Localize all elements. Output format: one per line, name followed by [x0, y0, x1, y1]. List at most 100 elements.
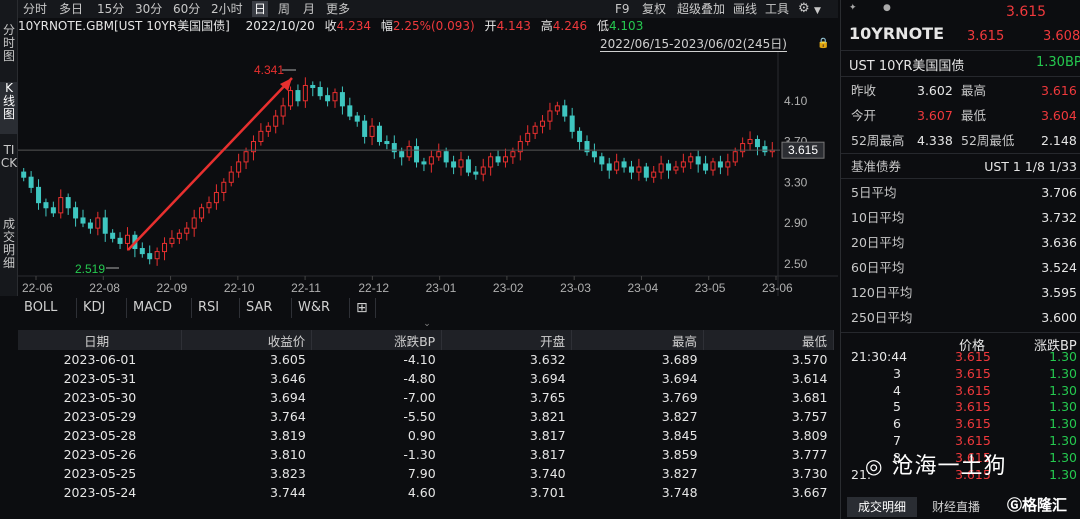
- col-date[interactable]: 日期: [18, 330, 183, 350]
- table-row[interactable]: 2023-05-29 3.764 -5.50 3.821 3.827 3.757: [18, 407, 834, 426]
- day-high-label: 最高: [961, 83, 987, 98]
- ma-value: 3.524: [1041, 260, 1077, 275]
- candle-body: [599, 156, 605, 165]
- f9-button[interactable]: F9: [615, 1, 630, 17]
- indicator-rsi[interactable]: RSI: [192, 298, 240, 318]
- ma-value: 3.595: [1041, 285, 1077, 300]
- indicator-macd[interactable]: MACD: [127, 298, 192, 318]
- bp-change: 1.30BP: [1036, 55, 1080, 70]
- period-30m[interactable]: 30分: [135, 1, 162, 17]
- cell-high: 3.689: [661, 352, 698, 367]
- period-day[interactable]: 日: [252, 1, 269, 17]
- tick-time: 5: [893, 399, 901, 415]
- candle-body: [110, 232, 116, 239]
- period-2h[interactable]: 2小时: [211, 1, 243, 17]
- table-row[interactable]: 2023-05-25 3.823 7.90 3.740 3.827 3.730: [18, 464, 834, 483]
- candle-body: [680, 161, 686, 168]
- cell-close: 3.744: [270, 485, 306, 500]
- table-row[interactable]: 2023-05-24 3.744 4.60 3.701 3.748 3.667: [18, 483, 834, 502]
- vtab-timeshare[interactable]: 分时图: [0, 24, 18, 70]
- table-row[interactable]: 2023-06-01 3.605 -4.10 3.632 3.689 3.570: [18, 350, 834, 369]
- add-indicator-icon[interactable]: ⊞: [350, 298, 376, 318]
- indicator-wr[interactable]: W&R: [292, 298, 350, 318]
- chevron-down-icon[interactable]: ▼: [814, 3, 821, 19]
- bench-label: 基准债券: [851, 159, 902, 174]
- col-close[interactable]: 收益价: [181, 330, 313, 350]
- pin-icon[interactable]: ✦: [849, 3, 857, 13]
- candle-body: [628, 166, 634, 173]
- vtab-tick[interactable]: TICK: [0, 144, 18, 204]
- cell-change-bp: 7.90: [407, 466, 436, 481]
- col-change-bp[interactable]: 涨跌BP: [311, 330, 443, 350]
- vtab-kline[interactable]: K线图: [0, 82, 18, 134]
- cell-high: 3.827: [661, 466, 698, 481]
- candle-body: [325, 95, 331, 102]
- indicator-boll[interactable]: BOLL: [18, 298, 77, 318]
- table-row[interactable]: 2023-05-31 3.646 -4.80 3.694 3.694 3.614: [18, 369, 834, 388]
- tab-trade-detail[interactable]: 成交明细: [847, 497, 917, 517]
- period-15m[interactable]: 15分: [97, 1, 124, 17]
- table-row[interactable]: 2023-05-30 3.694 -7.00 3.765 3.769 3.681: [18, 388, 834, 407]
- ma-label: 120日平均: [851, 285, 913, 300]
- lock-icon[interactable]: 🔒: [817, 38, 829, 49]
- period-60m[interactable]: 60分: [173, 1, 200, 17]
- high-label: 高: [540, 19, 553, 33]
- ma-label: 5日平均: [851, 185, 897, 200]
- y-tick-label: 2.90: [784, 216, 808, 230]
- cell-close: 3.819: [270, 428, 306, 443]
- period-more[interactable]: 更多: [326, 1, 350, 17]
- tick-time: 21:30:44: [851, 349, 908, 364]
- kline-chart[interactable]: 4.103.703.302.902.50 22-06 22-08 22-09 22-1…: [18, 52, 838, 296]
- adjust-button[interactable]: 复权: [642, 1, 666, 17]
- col-high[interactable]: 最高: [571, 330, 705, 350]
- settings-icon[interactable]: ⚙: [798, 1, 810, 17]
- candle-body: [265, 125, 271, 132]
- draw-line-button[interactable]: 画线: [733, 1, 757, 17]
- quote-info-bar: 10YRNOTE.GBM[UST 10YR美国国债] 2022/10/20 收4…: [18, 18, 838, 34]
- wechat-icon: ◎: [865, 454, 884, 478]
- quote-panel: ✦ ● 3.615 10YRNOTE 3.615 3.608 UST 10YR美…: [840, 0, 1080, 519]
- candle-body: [591, 151, 597, 158]
- period-week[interactable]: 周: [278, 1, 290, 17]
- cell-change-bp: -4.80: [403, 371, 436, 386]
- instrument-fullname: UST 10YR美国国债: [849, 59, 965, 74]
- indicator-sar[interactable]: SAR: [240, 298, 292, 318]
- cell-low: 3.570: [791, 352, 828, 367]
- candle-body: [80, 217, 86, 224]
- indicator-kdj[interactable]: KDJ: [77, 298, 127, 318]
- date-range[interactable]: 2022/06/15-2023/06/02(245日): [600, 37, 787, 52]
- history-table: 日期 收益价 涨跌BP 开盘 最高 最低 2023-06-01 3.605 -4.1…: [18, 330, 838, 519]
- tick-price: 3.615: [955, 349, 991, 364]
- cell-close: 3.764: [270, 409, 306, 424]
- table-row[interactable]: 2023-05-26 3.810 -1.30 3.817 3.859 3.777: [18, 445, 834, 464]
- tick-time: 7: [893, 433, 901, 448]
- w52-high-value: 4.338: [917, 133, 953, 148]
- collapse-chevron-icon[interactable]: ⌄: [420, 319, 434, 329]
- col-low[interactable]: 最低: [703, 330, 834, 350]
- tab-live[interactable]: 财经直播: [921, 497, 991, 517]
- cell-date: 2023-06-01: [63, 352, 137, 367]
- low-label: 低: [596, 19, 609, 33]
- overlay-button[interactable]: 超级叠加: [677, 1, 725, 17]
- cell-open: 3.701: [529, 485, 566, 500]
- cell-close: 3.694: [270, 390, 306, 405]
- tools-button[interactable]: 工具: [765, 1, 789, 17]
- period-month[interactable]: 月: [303, 1, 315, 17]
- current-price-label: 3.615: [788, 143, 818, 157]
- col-open[interactable]: 开盘: [441, 330, 573, 350]
- candle-body: [443, 151, 449, 163]
- period-timeshare[interactable]: 分时: [23, 1, 47, 17]
- period-multiday[interactable]: 多日: [59, 1, 83, 17]
- table-row[interactable]: 2023-05-28 3.819 0.90 3.817 3.845 3.809: [18, 426, 834, 445]
- vtab-trade-detail[interactable]: 成交明细: [0, 218, 18, 284]
- y-tick-label: 3.30: [784, 175, 808, 189]
- candle-body: [547, 110, 553, 122]
- logo: Ⓖ格隆汇: [1007, 494, 1067, 515]
- candle-body: [362, 120, 368, 137]
- y-tick-label: 4.10: [784, 94, 808, 108]
- cell-close: 3.646: [270, 371, 306, 386]
- bell-icon[interactable]: ●: [883, 3, 891, 13]
- info-date: 2022/10/20: [245, 19, 315, 33]
- tick-bp: 1.30: [1049, 416, 1077, 432]
- tick-bp: 1.30: [1049, 399, 1077, 415]
